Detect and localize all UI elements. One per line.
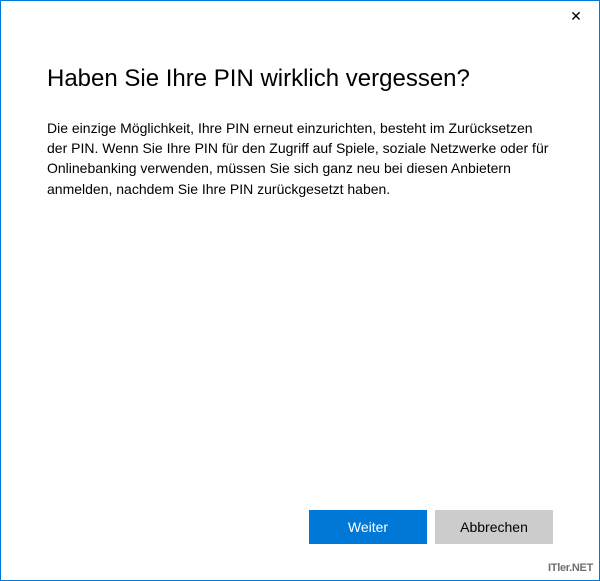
cancel-button[interactable]: Abbrechen (435, 510, 553, 544)
dialog-body-text: Die einzige Möglichkeit, Ihre PIN erneut… (47, 118, 553, 199)
titlebar: ✕ (1, 1, 599, 35)
continue-button[interactable]: Weiter (309, 510, 427, 544)
pin-reset-dialog: ✕ Haben Sie Ihre PIN wirklich vergessen?… (0, 0, 600, 581)
dialog-content: Haben Sie Ihre PIN wirklich vergessen? D… (1, 35, 599, 510)
button-row: Weiter Abbrechen (1, 510, 599, 580)
dialog-heading: Haben Sie Ihre PIN wirklich vergessen? (47, 65, 553, 94)
close-button[interactable]: ✕ (553, 1, 599, 31)
close-icon: ✕ (570, 8, 582, 25)
